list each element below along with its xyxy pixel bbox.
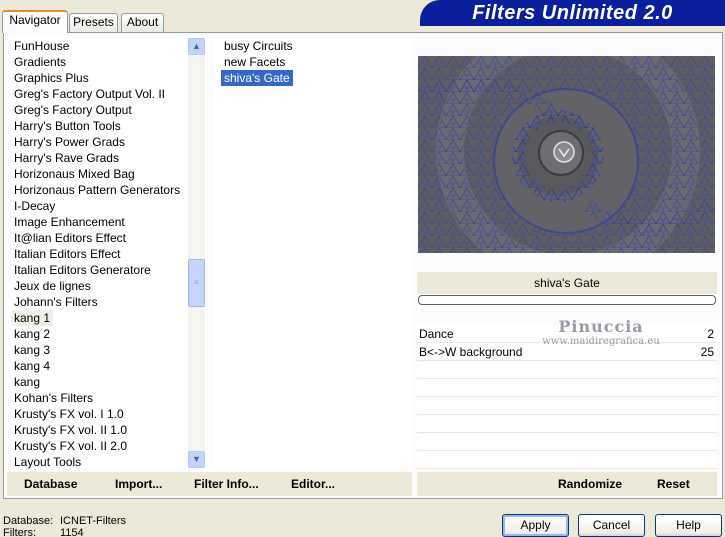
category-item[interactable]: kang 1	[11, 310, 54, 326]
category-item[interactable]: Graphics Plus	[11, 70, 92, 86]
category-item[interactable]: Harry's Power Grads	[11, 134, 128, 150]
cancel-button[interactable]: Cancel	[578, 514, 645, 537]
category-item[interactable]: Johann's Filters	[11, 294, 101, 310]
category-item[interactable]: I-Decay	[11, 198, 58, 214]
chevron-up-icon[interactable]: ▲	[188, 38, 205, 55]
category-item[interactable]: Harry's Rave Grads	[11, 150, 122, 166]
filter-item[interactable]: new Facets	[221, 54, 288, 70]
category-item[interactable]: Krusty's FX vol. II 2.0	[11, 438, 130, 454]
parameter-label: Dance	[419, 327, 454, 341]
category-item[interactable]: kang 3	[11, 342, 53, 358]
tab-navigator[interactable]: Navigator	[2, 10, 68, 33]
category-item[interactable]: FunHouse	[11, 38, 72, 54]
progress-bar	[418, 295, 716, 305]
filters-count-value: 1154	[60, 527, 84, 537]
filter-item[interactable]: shiva's Gate	[221, 70, 293, 86]
import-button[interactable]: Import...	[115, 472, 162, 496]
parameter-row[interactable]	[417, 416, 717, 433]
parameter-value[interactable]: 25	[701, 344, 714, 360]
watermark-name: Pinuccia	[558, 317, 644, 336]
parameter-row[interactable]	[417, 380, 717, 397]
category-item[interactable]: Horizonaus Mixed Bag	[11, 166, 138, 182]
reset-button[interactable]: Reset	[657, 472, 690, 496]
category-item[interactable]: Greg's Factory Output Vol. II	[11, 86, 168, 102]
filter-list[interactable]: busy Circuits new Facets shiva's Gate	[214, 36, 412, 469]
category-item[interactable]: Greg's Factory Output	[11, 102, 135, 118]
category-item[interactable]: kang 4	[11, 358, 53, 374]
tab-presets[interactable]: Presets	[69, 13, 118, 32]
parameter-row[interactable]	[417, 362, 717, 379]
category-item[interactable]: Image Enhancement	[11, 214, 128, 230]
parameter-label: B<->W background	[419, 345, 523, 359]
watermark: Pinuccia www.maidiregrafica.eu	[540, 318, 662, 348]
filter-info-button[interactable]: Filter Info...	[194, 472, 259, 496]
category-item[interactable]: Krusty's FX vol. I 1.0	[11, 406, 127, 422]
category-item[interactable]: kang	[11, 374, 43, 390]
preview-render	[418, 56, 715, 253]
parameter-row[interactable]	[417, 434, 717, 451]
filter-item[interactable]: busy Circuits	[221, 38, 296, 54]
grip-icon: ≡	[194, 278, 199, 287]
category-item[interactable]: Gradients	[11, 54, 69, 70]
category-item[interactable]: Jeux de lignes	[11, 278, 94, 294]
filters-count-label: Filters:	[3, 527, 36, 537]
filter-name-label: shiva's Gate	[417, 272, 717, 294]
chevron-down-icon[interactable]: ▼	[188, 451, 205, 468]
apply-button[interactable]: Apply	[502, 514, 569, 537]
category-item[interactable]: Layout Tools	[11, 454, 84, 469]
category-item[interactable]: Harry's Button Tools	[11, 118, 124, 134]
scrollbar-thumb[interactable]: ≡	[188, 259, 205, 307]
parameter-row[interactable]	[417, 398, 717, 415]
database-value: ICNET-Filters	[60, 515, 126, 527]
filter-preview-image	[418, 56, 715, 253]
app-title-banner: Filters Unlimited 2.0	[420, 0, 725, 26]
database-label: Database:	[3, 515, 54, 527]
category-item[interactable]: Kohan's Filters	[11, 390, 96, 406]
category-item[interactable]: Italian Editors Generatore	[11, 262, 154, 278]
watermark-url: www.maidiregrafica.eu	[542, 336, 660, 347]
category-list[interactable]: FunHouse Gradients Graphics Plus Greg's Fac…	[7, 36, 207, 469]
parameter-value[interactable]: 2	[707, 326, 714, 342]
category-item[interactable]: kang 2	[11, 326, 53, 342]
parameter-row[interactable]	[417, 452, 717, 469]
editor-button[interactable]: Editor...	[291, 472, 335, 496]
category-item[interactable]: It@lian Editors Effect	[11, 230, 129, 246]
help-button[interactable]: Help	[655, 514, 722, 537]
category-item[interactable]: Italian Editors Effect	[11, 246, 124, 262]
randomize-button[interactable]: Randomize	[558, 472, 622, 496]
category-item[interactable]: Krusty's FX vol. II 1.0	[11, 422, 130, 438]
category-item[interactable]: Horizonaus Pattern Generators	[11, 182, 183, 198]
tab-about[interactable]: About	[121, 13, 164, 32]
database-button[interactable]: Database	[24, 472, 77, 496]
category-scrollbar[interactable]: ▲ ≡ ▼	[188, 38, 205, 468]
